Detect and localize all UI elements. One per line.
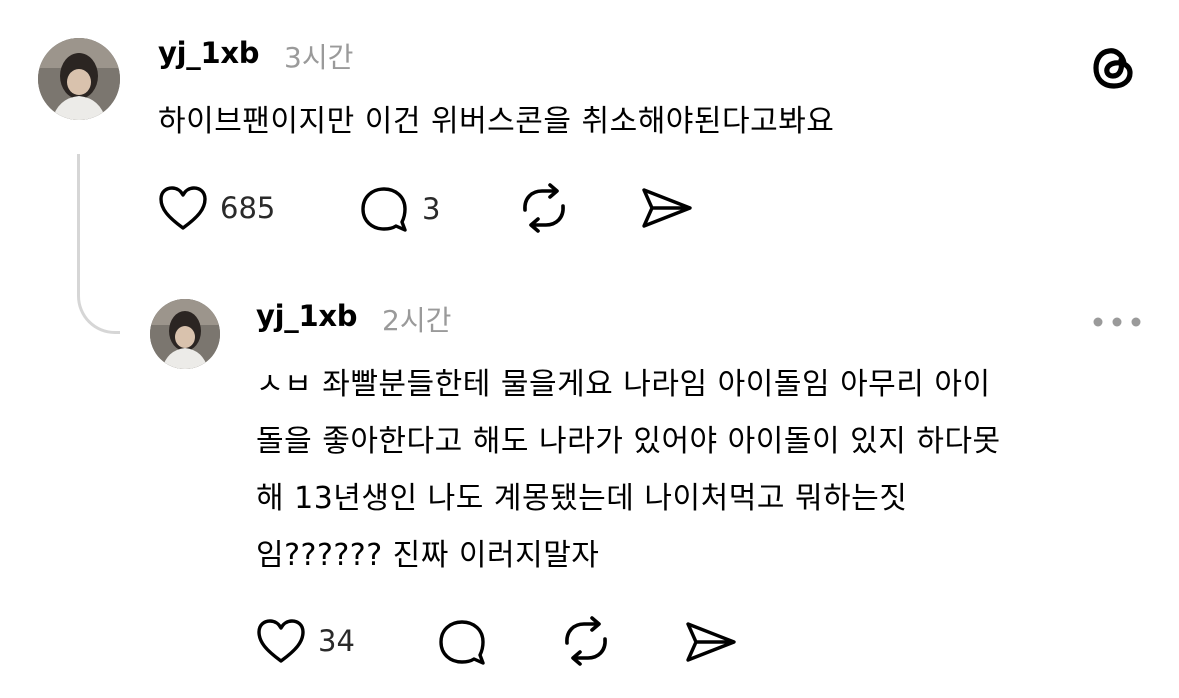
like-count: 34	[318, 624, 355, 658]
reply-text-line: 돌을 좋아한다고 해도 나라가 있어야 아이돌이 있지 하다못	[256, 424, 1001, 459]
reply-button[interactable]: 3	[358, 185, 440, 233]
heart-icon	[159, 186, 207, 230]
reply-text-line: ㅅㅂ 좌빨분들한테 물을게요 나라임 아이돌임 아무리 아이	[256, 367, 991, 402]
post-text: 하이브팬이지만 이건 위버스콘을 취소해야된다고봐요	[158, 104, 835, 139]
share-button[interactable]	[640, 186, 694, 234]
threads-logo-icon[interactable]	[1090, 44, 1138, 92]
thread-connector-line	[77, 154, 120, 334]
comment-icon	[361, 187, 407, 232]
share-icon	[686, 622, 736, 662]
post-timestamp[interactable]: 3시간	[284, 36, 353, 76]
reply-timestamp[interactable]: 2시간	[382, 299, 451, 339]
comment-icon	[439, 620, 485, 665]
repost-icon	[523, 183, 565, 233]
reply-username[interactable]: yj_1xb	[256, 299, 357, 333]
reply-text: ㅅㅂ 좌빨분들한테 물을게요 나라임 아이돌임 아무리 아이 돌을 좋아한다고 …	[256, 356, 1001, 584]
more-options-icon[interactable]	[1092, 313, 1142, 332]
reply-text-line: 해 13년생인 나도 계몽됐는데 나이처먹고 뭐하는짓	[256, 481, 908, 516]
avatar-post[interactable]	[38, 38, 120, 120]
repost-button[interactable]	[560, 616, 612, 670]
repost-button[interactable]	[518, 183, 570, 237]
heart-icon	[257, 619, 305, 663]
like-button[interactable]: 34	[256, 618, 355, 664]
avatar-reply[interactable]	[150, 299, 220, 369]
reply-button[interactable]	[436, 618, 488, 670]
like-button[interactable]: 685	[158, 185, 275, 231]
repost-icon	[565, 616, 607, 666]
avatar-image	[38, 38, 120, 120]
like-count: 685	[220, 191, 276, 225]
share-icon	[642, 188, 692, 228]
reply-text-line: 임?????? 진짜 이러지말자	[256, 538, 600, 573]
avatar-image	[150, 299, 220, 369]
reply-count: 3	[422, 192, 441, 226]
post-username[interactable]: yj_1xb	[158, 36, 259, 70]
share-button[interactable]	[684, 620, 738, 668]
